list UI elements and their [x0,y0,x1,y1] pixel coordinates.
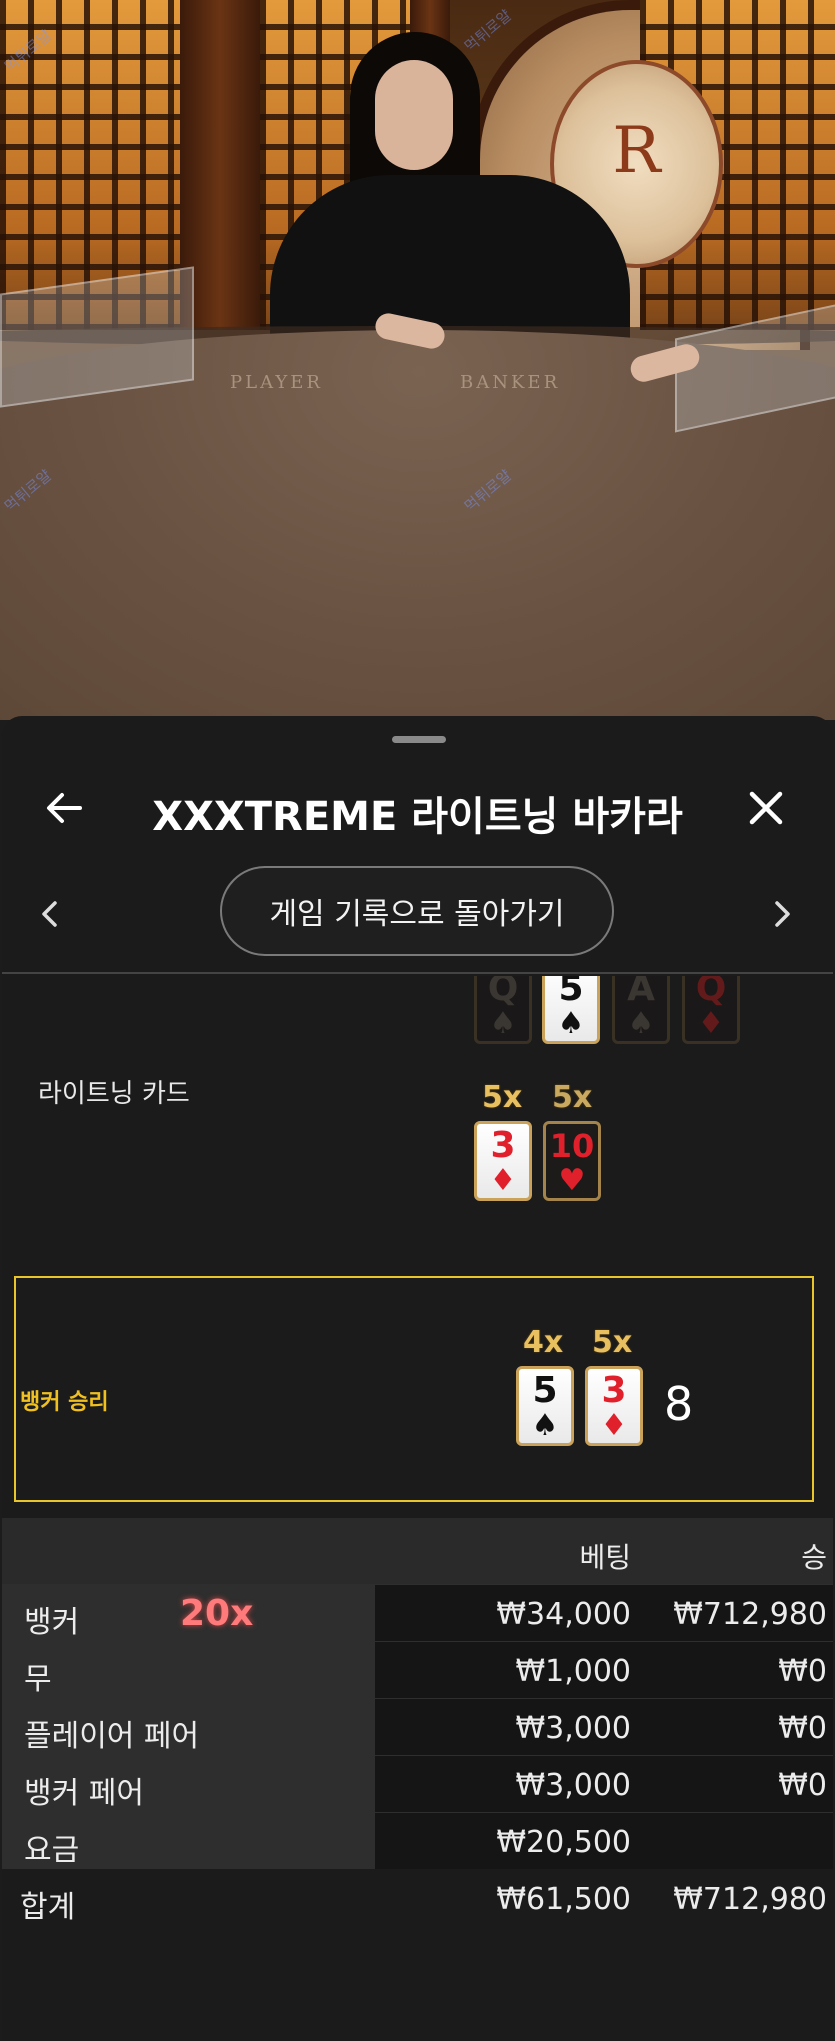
previous-round-button[interactable] [32,896,68,932]
bet-amount: ₩34,000 [496,1597,631,1632]
total-bet: ₩61,500 [496,1882,631,1917]
table-row: 플레이어 페어 ₩3,000 ₩0 [2,1698,833,1755]
lightning-cards-label: 라이트닝 카드 [38,1079,190,1109]
bet-amount: ₩3,000 [515,1711,631,1746]
card-suit: ♦ [489,1163,517,1198]
bet-name: 무 [24,1662,52,1697]
card-rank: Q [695,976,727,1009]
playing-card: Q ♦ [682,976,740,1044]
card-rank: 5 [532,1370,558,1411]
bet-name: 뱅커 페어 [24,1776,144,1811]
watermark: 먹튀로얄 [460,6,515,56]
bet-amount: ₩20,500 [496,1825,631,1860]
playing-card: Q ♠ [474,976,532,1044]
card-rank: 3 [490,1125,516,1166]
card-suit: ♥ [558,1163,586,1198]
bet-amount: ₩1,000 [515,1654,631,1689]
table-label-banker: BANKER [460,372,561,393]
banker-card: 3 ♦ [585,1366,643,1446]
next-round-button[interactable] [764,896,800,932]
win-amount: ₩0 [778,1711,827,1746]
card-rank: Q [487,976,519,1009]
table-header: 베팅 승 [2,1518,833,1584]
win-amount: ₩0 [778,1654,827,1689]
bet-name: 플레이어 페어 [24,1719,200,1754]
win-amount: ₩712,980 [673,1597,827,1632]
card-suit: ♠ [489,1006,517,1041]
round-navigation: 게임 기록으로 돌아가기 [2,866,833,966]
lightning-multiplier: 5x [552,1080,593,1115]
lightning-card: 3 ♦ [474,1121,532,1201]
bet-name: 요금 [24,1833,80,1868]
playing-card: 5 ♠ [542,976,600,1044]
card-suit: ♠ [531,1408,559,1443]
card-rank: 3 [601,1370,627,1411]
result-label: 뱅커 승리 [20,1390,109,1415]
card-suit: ♠ [627,1006,655,1041]
table-row: 요금 ₩20,500 [2,1812,833,1869]
table-row: 무 ₩1,000 ₩0 [2,1641,833,1698]
divider [2,972,833,974]
total-label: 합계 [20,1890,76,1925]
page-title: XXXTREME 라이트닝 바카라 [152,794,683,840]
card-multiplier: 4x [523,1325,564,1360]
close-icon [749,791,783,825]
card-rank: 5 [558,976,584,1009]
hand-score: 8 [664,1377,694,1431]
bet-name: 뱅커 [24,1605,80,1640]
total-row: 합계 ₩61,500 ₩712,980 [2,1870,833,1926]
lightning-multiplier: 5x [482,1080,523,1115]
bet-multiplier: 20x [180,1593,254,1634]
bets-table: 베팅 승 뱅커 20x ₩34,000 ₩712,980 무 ₩1,000 ₩0… [2,1518,833,1869]
card-suit: ♠ [557,1006,585,1041]
card-suit: ♦ [697,1006,725,1041]
card-rank: A [627,976,655,1009]
dealer-face [375,60,453,170]
column-header-win: 승 [801,1541,827,1574]
drag-handle[interactable] [392,736,446,743]
previous-cards-row: Q ♠ 5 ♠ A ♠ Q ♦ [0,976,835,1046]
column-header-bet: 베팅 [579,1541,631,1574]
winning-hand-highlight [14,1276,814,1502]
close-button[interactable] [744,786,788,830]
bet-amount: ₩3,000 [515,1768,631,1803]
chevron-right-icon [775,901,790,927]
sheet-header: XXXTREME 라이트닝 바카라 [2,766,833,846]
win-amount: ₩0 [778,1768,827,1803]
back-button[interactable] [42,786,86,830]
table-row: 뱅커 페어 ₩3,000 ₩0 [2,1755,833,1812]
table-label-player: PLAYER [230,372,323,393]
emblem-letter: R [612,114,661,188]
total-win: ₩712,980 [673,1882,827,1917]
back-to-history-button[interactable]: 게임 기록으로 돌아가기 [220,866,614,956]
card-multiplier: 5x [592,1325,633,1360]
chevron-left-icon [42,901,57,927]
banker-card: 5 ♠ [516,1366,574,1446]
table-row: 뱅커 20x ₩34,000 ₩712,980 [2,1584,833,1641]
live-video-stream: R PLAYER BANKER 먹튀로얄 먹튀로얄 먹튀로얄 먹튀로얄 [0,0,835,720]
lightning-card: 10 ♥ [543,1121,601,1201]
arrow-left-icon [47,793,82,823]
card-suit: ♦ [600,1408,628,1443]
playing-card: A ♠ [612,976,670,1044]
card-rank: 10 [549,1127,595,1165]
